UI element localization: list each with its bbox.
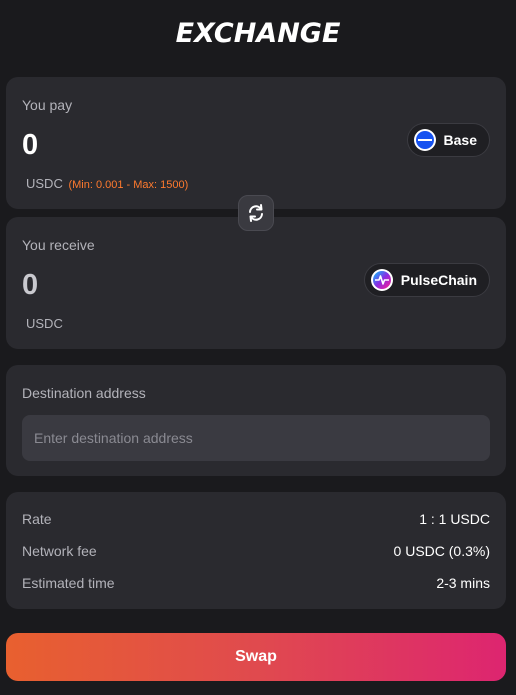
switch-direction-button[interactable] (238, 195, 274, 231)
receive-label: You receive (22, 237, 95, 253)
pay-amount-input[interactable]: 0 (22, 129, 38, 162)
pay-label: You pay (22, 97, 73, 113)
pay-token: USDC (26, 176, 63, 191)
exchange-page: EXCHANGE You pay 0 Base USDC (Min: 0.001… (0, 0, 516, 695)
rate-value: 1 : 1 USDC (419, 511, 490, 527)
destination-card: Destination address (6, 365, 506, 476)
details-card: Rate 1 : 1 USDC Network fee 0 USDC (0.3%… (6, 492, 506, 609)
destination-label: Destination address (22, 385, 146, 401)
receive-amount: 0 (22, 269, 39, 301)
estimated-time-label: Estimated time (22, 575, 115, 591)
pay-card: You pay 0 Base USDC (Min: 0.001 - Max: 1… (6, 77, 506, 209)
rate-label: Rate (22, 511, 52, 527)
estimated-time-row: Estimated time 2-3 mins (22, 573, 490, 593)
destination-address-input[interactable] (22, 415, 490, 461)
network-fee-row: Network fee 0 USDC (0.3%) (22, 541, 490, 561)
rate-row: Rate 1 : 1 USDC (22, 509, 490, 529)
page-title: EXCHANGE (175, 18, 341, 49)
pay-chain-selector[interactable]: Base (406, 123, 490, 157)
base-chain-icon (413, 129, 436, 151)
receive-token: USDC (26, 316, 63, 331)
pay-limits: (Min: 0.001 - Max: 1500) (68, 179, 189, 191)
receive-card: You receive 0 PulseChain USDC (6, 217, 506, 349)
estimated-time-value: 2-3 mins (436, 575, 490, 591)
pay-token-row: USDC (Min: 0.001 - Max: 1500) (26, 176, 188, 191)
swap-button[interactable]: Swap (6, 633, 506, 681)
receive-chain-selector[interactable]: PulseChain (363, 263, 490, 297)
network-fee-label: Network fee (22, 543, 97, 559)
network-fee-value: 0 USDC (0.3%) (393, 543, 490, 559)
pulsechain-icon (370, 269, 393, 291)
swap-arrows-icon (249, 204, 263, 222)
pay-chain-name: Base (443, 132, 477, 148)
receive-chain-name: PulseChain (400, 272, 477, 288)
